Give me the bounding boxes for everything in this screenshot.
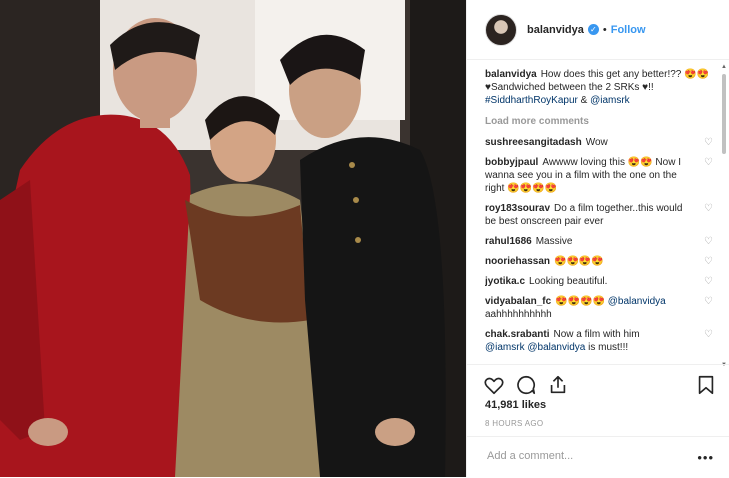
comment-heart-icon[interactable]: ♡ (704, 156, 713, 169)
comment-heart-icon[interactable]: ♡ (704, 328, 713, 341)
avatar[interactable] (485, 13, 517, 46)
comment-username[interactable]: roy183sourav (485, 203, 550, 214)
caption-mention[interactable]: @iamsrk (590, 95, 630, 106)
comment-text-tail: aahhhhhhhhhh (485, 309, 552, 320)
comment-text: 😍😍😍😍 (555, 296, 605, 307)
comment-username[interactable]: jyotika.c (485, 276, 525, 287)
comment-heart-icon[interactable]: ♡ (704, 136, 713, 149)
scrollbar-thumb[interactable] (722, 74, 726, 154)
comment-heart-icon[interactable]: ♡ (704, 235, 713, 248)
caption: balanvidya How does this get any better!?… (485, 68, 717, 107)
like-count[interactable]: 41,981 likes (485, 399, 546, 411)
comment-text: Massive (535, 236, 573, 247)
comment-heart-icon[interactable]: ♡ (704, 295, 713, 308)
caption-ampersand: & (580, 95, 588, 106)
comment-item: noorieh­assan 😍😍😍😍 ♡ (485, 255, 717, 268)
photo-illustration (0, 0, 466, 477)
comment-username[interactable]: noorieh­assan (485, 256, 550, 267)
comment-heart-icon[interactable]: ♡ (704, 255, 713, 268)
comment-item: bobbyjpaul Awwww loving this 😍😍 Now I wan… (485, 156, 717, 195)
load-more-comments-button[interactable]: Load more comments (485, 115, 717, 128)
comment-username[interactable]: rahul1686 (485, 236, 532, 247)
comment-username[interactable]: vidyabalan_fc (485, 296, 551, 307)
comment-heart-icon[interactable]: ♡ (704, 275, 713, 288)
add-comment-input[interactable] (485, 449, 689, 463)
add-comment-bar: ••• (467, 436, 729, 478)
comment-text-tail: is must!!! (588, 342, 629, 353)
comment-text: Looking beautiful. (529, 276, 608, 287)
post-photo[interactable] (0, 0, 466, 477)
comment-item: roy183sourav Do a film together..this wou… (485, 202, 717, 228)
header-username[interactable]: balanvidya (527, 24, 584, 36)
caption-username[interactable]: balanvidya (485, 69, 537, 80)
follow-button[interactable]: Follow (611, 24, 646, 36)
comment-text: Now a film with him (553, 329, 640, 340)
comment-username[interactable]: bobbyjpaul (485, 157, 538, 168)
post-timestamp[interactable]: 8 HOURS AGO (485, 419, 543, 428)
more-options-icon[interactable]: ••• (697, 450, 714, 465)
post-side-panel: balanvidya ✓ • Follow balanvidya How does… (466, 0, 729, 477)
instagram-post: balanvidya ✓ • Follow balanvidya How does… (0, 0, 729, 477)
comment-heart-icon[interactable]: ♡ (704, 202, 713, 215)
comments-scrollbar[interactable]: ▲ ▼ (721, 64, 727, 368)
heart-icon[interactable] (483, 374, 505, 396)
caption-line2: ♥Sandwiched between the 2 SRKs ♥!! (485, 82, 654, 93)
verified-icon: ✓ (587, 24, 599, 35)
comment-item: chak.srabanti Now a film with him @iamsrk… (485, 328, 717, 354)
comment-item: jyotika.c Looking beautiful. ♡ (485, 275, 717, 288)
comment-icon[interactable] (515, 374, 537, 396)
bookmark-icon[interactable] (695, 374, 717, 396)
post-header: balanvidya ✓ • Follow (467, 0, 729, 60)
header-separator: • (602, 23, 607, 36)
comment-item: sushreesangitadash Wow ♡ (485, 136, 717, 149)
comment-text: 😍😍😍😍 (554, 256, 604, 267)
caption-hashtag[interactable]: #SiddharthRoyKapur (485, 95, 578, 106)
comment-item: rahul1686 Massive ♡ (485, 235, 717, 248)
scroll-up-arrow-icon[interactable]: ▲ (721, 64, 727, 70)
comments-list[interactable]: balanvidya How does this get any better!?… (485, 68, 717, 362)
comment-text: Wow (585, 137, 608, 148)
comment-item: vidyabalan_fc 😍😍😍😍 @balanvidya aahhhhhhhh… (485, 295, 717, 321)
comment-username[interactable]: sushreesangitadash (485, 137, 582, 148)
comment-mention[interactable]: @iamsrk @balanvidya (485, 342, 585, 353)
comment-mention[interactable]: @balanvidya (608, 296, 666, 307)
comment-username[interactable]: chak.srabanti (485, 329, 549, 340)
share-icon[interactable] (547, 374, 569, 396)
caption-text: How does this get any better!?? 😍😍 (540, 69, 710, 80)
